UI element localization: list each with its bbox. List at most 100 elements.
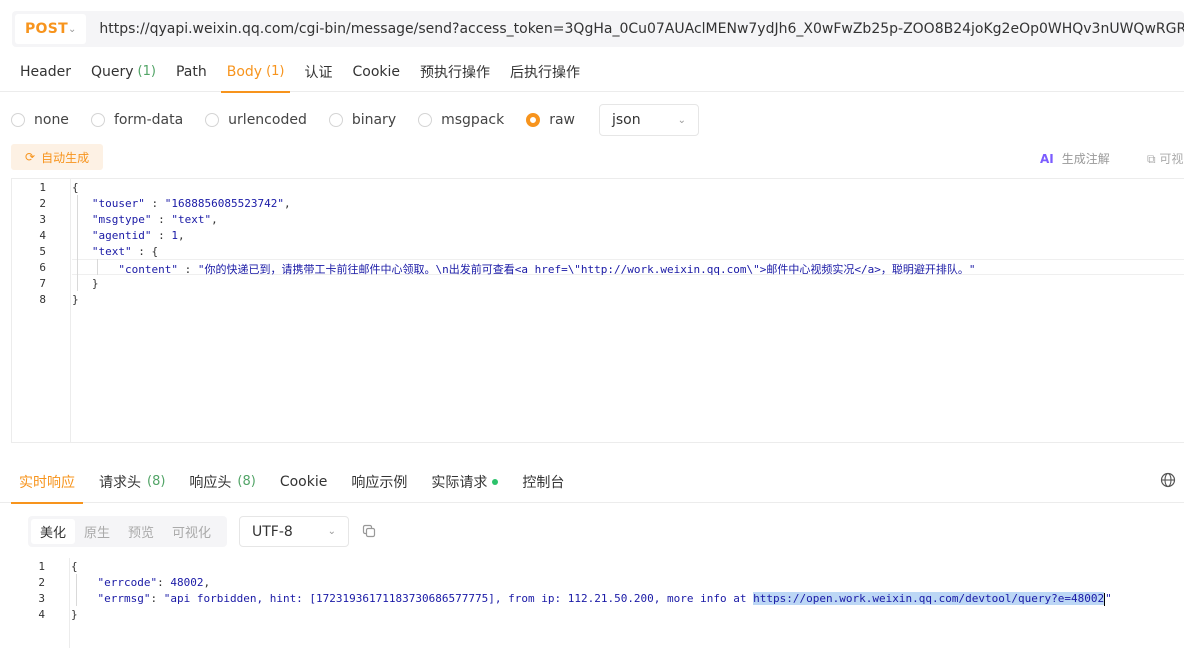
visualize-button[interactable]: ⧉ 可视 [1147, 150, 1183, 167]
json-key: "errmsg" [97, 592, 151, 605]
tab-response-example[interactable]: 响应示例 [351, 461, 407, 503]
auto-generate-label: 自动生成 [41, 150, 90, 165]
code-line: "touser" : "1688856085523742", [91, 197, 291, 210]
generate-comment-button[interactable]: AI 生成注解 [1040, 150, 1110, 167]
tab-live-response[interactable]: 实时响应 [11, 461, 83, 504]
code-token: } [71, 608, 78, 621]
json-value: 1 [171, 229, 178, 242]
code-token: { [71, 560, 78, 573]
tab-body[interactable]: Body (1) [220, 52, 291, 93]
tab-console[interactable]: 控制台 [522, 461, 564, 503]
json-value: "你的快递已到，请携带工卡前往邮件中心领取。\n出发前可查看<a href=\"… [197, 263, 976, 276]
view-mode-preview[interactable]: 预览 [119, 519, 163, 544]
line-number: 1 [38, 560, 45, 573]
selected-link-text[interactable]: https://open.work.weixin.qq.com/devtool/… [753, 592, 1105, 605]
radio-msgpack[interactable]: msgpack [418, 112, 504, 128]
code-line: } [72, 293, 79, 306]
response-line: "errcode": 48002, [97, 576, 211, 589]
json-key: "msgtype" [91, 213, 152, 226]
tab-label: Body [226, 63, 263, 80]
method-label: POST [25, 21, 68, 37]
line-number: 8 [39, 293, 46, 306]
json-value: "api forbidden, hint: [17231936171183730… [163, 592, 754, 605]
tab-post-script[interactable]: 后执行操作 [510, 52, 580, 92]
json-key: "errcode" [97, 576, 158, 589]
radio-circle [205, 113, 220, 127]
tab-label: 后执行操作 [510, 64, 581, 81]
method-select[interactable]: POST ⌄ [15, 14, 87, 44]
tab-header[interactable]: Header [20, 52, 71, 92]
line-number: 2 [39, 197, 46, 210]
response-line[interactable]: "errmsg": "api forbidden, hint: [1723193… [71, 592, 1112, 606]
tab-cookie[interactable]: Cookie [352, 52, 400, 92]
tab-path[interactable]: Path [176, 52, 207, 92]
chevron-down-icon: ⌄ [327, 526, 336, 537]
chevron-down-icon: ⌄ [677, 114, 686, 126]
line-number: 2 [38, 576, 45, 589]
code-line: { [72, 181, 79, 194]
radio-raw[interactable]: raw [526, 112, 575, 128]
request-tabs: Header Query (1) Path Body (1) 认证 Cookie 预… [0, 52, 1184, 93]
json-key: "content" [118, 263, 178, 276]
response-line: { [71, 560, 78, 573]
refresh-icon: ⟳ [25, 150, 36, 164]
tab-actual-request[interactable]: 实际请求 [431, 461, 499, 503]
line-number: 1 [39, 181, 46, 194]
tab-label: Query [90, 63, 134, 80]
tab-request-headers[interactable]: 请求头 (8) [99, 461, 165, 503]
response-line-gutter: 1 2 3 4 [11, 558, 70, 648]
raw-format-select[interactable]: json ⌄ [599, 104, 699, 136]
raw-format-value: json [612, 112, 641, 128]
radio-label: none [34, 112, 69, 128]
radio-label: msgpack [441, 112, 505, 128]
radio-binary[interactable]: binary [328, 112, 396, 128]
code-line: "msgtype" : "text", [91, 213, 218, 226]
code-token: } [72, 293, 79, 306]
tab-response-headers[interactable]: 响应头 (8) [189, 461, 255, 503]
json-value: "text" [171, 213, 212, 226]
tab-label: Cookie [279, 473, 328, 490]
auto-generate-button[interactable]: ⟳ 自动生成 [11, 144, 104, 170]
tab-label: 实际请求 [431, 474, 488, 491]
chevron-down-icon: ⌄ [68, 23, 77, 35]
radio-circle [418, 113, 433, 127]
view-mode-raw[interactable]: 原生 [75, 519, 119, 544]
radio-form-data[interactable]: form-data [90, 112, 183, 128]
tab-label: 响应头 [189, 474, 232, 491]
code-line: "text" : { [91, 245, 159, 258]
tab-label: 实时响应 [19, 474, 75, 491]
view-mode-segmented: 美化 原生 预览 可视化 [28, 516, 227, 547]
ai-icon: AI [1040, 151, 1054, 166]
view-mode-visualize[interactable]: 可视化 [163, 519, 220, 544]
line-number: 3 [39, 213, 46, 226]
json-key: "text" [91, 245, 132, 258]
json-key: "touser" [91, 197, 145, 210]
url-bar: POST ⌄ https://qyapi.weixin.qq.com/cgi-b… [12, 11, 1184, 47]
api-client: POST ⌄ https://qyapi.weixin.qq.com/cgi-b… [0, 0, 1184, 648]
code-token: } [91, 277, 99, 290]
view-mode-pretty[interactable]: 美化 [31, 519, 76, 544]
json-value: "1688856085523742" [164, 197, 284, 210]
radio-urlencoded[interactable]: urlencoded [205, 112, 307, 128]
line-number: 4 [39, 229, 46, 242]
tab-label: Cookie [352, 63, 401, 80]
status-dot [492, 478, 499, 485]
body-editor[interactable]: 1 2 3 4 5 6 7 8 { "touser" : "1688856085… [11, 178, 1184, 443]
encoding-select[interactable]: UTF-8 ⌄ [239, 516, 349, 547]
radio-label: urlencoded [228, 112, 307, 128]
tab-auth[interactable]: 认证 [304, 52, 332, 92]
globe-icon[interactable] [1160, 472, 1176, 488]
tab-label: 预执行操作 [420, 64, 491, 81]
tab-label: 认证 [304, 64, 333, 81]
code-line: "content" : "你的快递已到，请携带工卡前往邮件中心领取。\n出发前可… [118, 263, 976, 276]
line-number: 4 [38, 608, 45, 621]
copy-icon: ⧉ [1147, 152, 1156, 166]
tab-response-cookie[interactable]: Cookie [280, 461, 328, 503]
tab-pre-script[interactable]: 预执行操作 [420, 52, 490, 92]
tab-query[interactable]: Query (1) [91, 52, 156, 92]
response-line: } [71, 608, 78, 621]
url-input[interactable]: https://qyapi.weixin.qq.com/cgi-bin/mess… [99, 21, 1184, 37]
radio-circle [328, 113, 343, 127]
radio-none[interactable]: none [11, 112, 69, 128]
copy-icon[interactable] [362, 524, 376, 538]
